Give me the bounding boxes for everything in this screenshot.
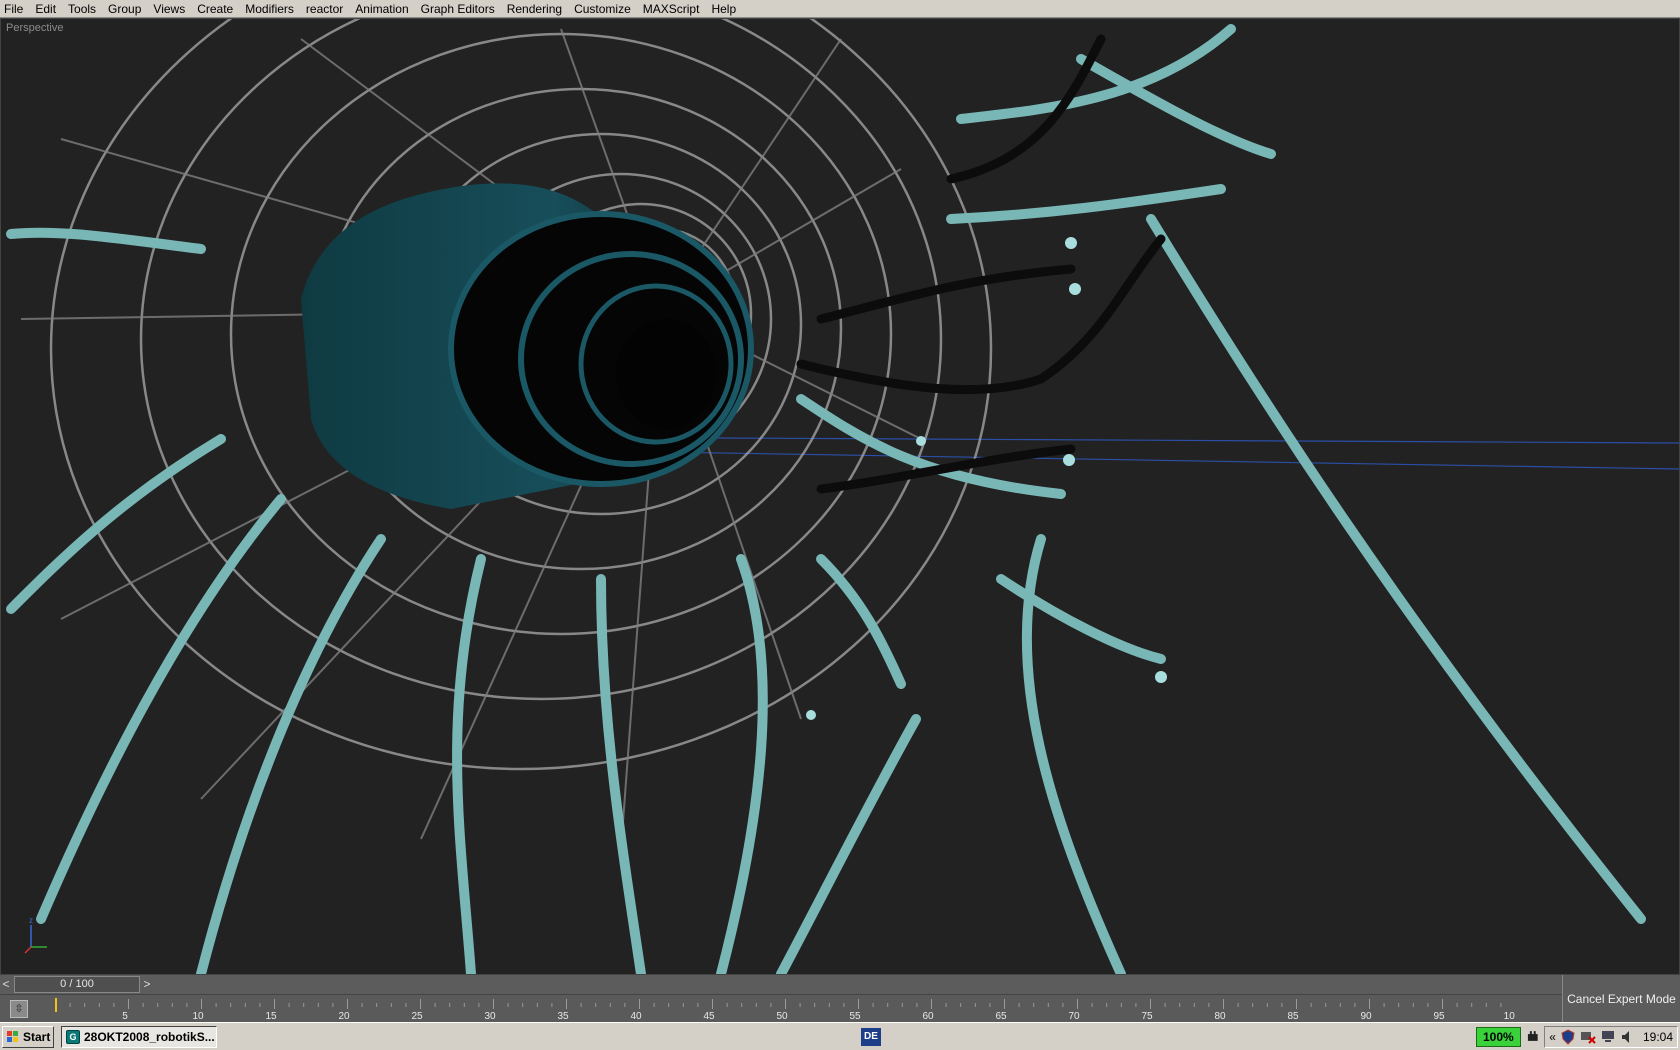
ruler-tick-label: 15 <box>265 1011 277 1022</box>
ruler-tick-label: 55 <box>849 1011 861 1022</box>
start-button[interactable]: Start <box>2 1026 54 1048</box>
menu-graph-editors[interactable]: Graph Editors <box>415 0 501 18</box>
menu-file[interactable]: File <box>0 0 29 18</box>
time-slider-prev-button[interactable]: < <box>0 977 12 992</box>
svg-text:z: z <box>29 916 33 925</box>
ruler-tick-label: 80 <box>1214 1011 1226 1022</box>
ruler-tick-label: 25 <box>411 1011 423 1022</box>
battery-indicator[interactable]: 100% <box>1476 1027 1521 1047</box>
system-tray: 100% « 19:04 <box>1476 1025 1678 1049</box>
ruler-tick-label: 90 <box>1360 1011 1372 1022</box>
3dsmax-app-icon: G <box>66 1030 80 1044</box>
trackbar[interactable]: ⇳ 5 10 15 20 25 30 35 40 45 50 55 60 65 70 75 80 85 90 95 1… <box>0 995 1562 1022</box>
ruler-tick-label: 95 <box>1433 1011 1445 1022</box>
menu-maxscript[interactable]: MAXScript <box>637 0 706 18</box>
ruler-tick-label: 85 <box>1287 1011 1299 1022</box>
time-slider[interactable]: < 0 / 100 > <box>0 975 1562 995</box>
windows-taskbar: Start G 28OKT2008_robotikS... DE 100% « … <box>0 1022 1680 1050</box>
menu-reactor[interactable]: reactor <box>300 0 349 18</box>
menu-animation[interactable]: Animation <box>349 0 414 18</box>
notification-area: « 19:04 <box>1544 1026 1678 1048</box>
axis-gizmo-icon: z <box>24 916 47 954</box>
menu-views[interactable]: Views <box>147 0 191 18</box>
cancel-expert-mode-button[interactable]: Cancel Expert Mode <box>1562 975 1680 1022</box>
start-label: Start <box>23 1030 51 1044</box>
volume-icon[interactable] <box>1620 1029 1636 1045</box>
scene-render[interactable] <box>1 19 1679 974</box>
viewport-label[interactable]: Perspective <box>6 22 63 34</box>
trackbar-toggle-icon[interactable]: ⇳ <box>10 1000 28 1018</box>
menu-group[interactable]: Group <box>102 0 147 18</box>
menu-tools[interactable]: Tools <box>62 0 102 18</box>
current-frame-marker[interactable] <box>55 998 57 1012</box>
ruler-tick-label: 100 <box>1504 1011 1515 1022</box>
frame-ruler[interactable]: 5 10 15 20 25 30 35 40 45 50 55 60 65 70 75 80 85 90 95 100 <box>55 995 1515 1022</box>
menu-edit[interactable]: Edit <box>29 0 62 18</box>
ruler-tick-label: 5 <box>122 1011 128 1022</box>
shield-icon[interactable] <box>1560 1029 1576 1045</box>
menu-create[interactable]: Create <box>191 0 239 18</box>
ruler-tick-label: 20 <box>338 1011 350 1022</box>
power-plug-icon[interactable] <box>1525 1029 1541 1045</box>
time-slider-next-button[interactable]: > <box>141 977 153 992</box>
language-indicator[interactable]: DE <box>861 1028 881 1046</box>
taskbar-window-label: 28OKT2008_robotikS... <box>84 1030 215 1044</box>
cyan-tubes <box>6 24 1646 974</box>
ruler-tick-label: 35 <box>557 1011 569 1022</box>
ruler-tick-label: 60 <box>922 1011 934 1022</box>
menu-customize[interactable]: Customize <box>568 0 637 18</box>
ruler-tick-label: 45 <box>703 1011 715 1022</box>
tray-expand-chevron[interactable]: « <box>1549 1030 1556 1044</box>
menu-modifiers[interactable]: Modifiers <box>239 0 300 18</box>
menu-rendering[interactable]: Rendering <box>501 0 568 18</box>
ruler-tick-label: 40 <box>630 1011 642 1022</box>
ruler-tick-label: 50 <box>776 1011 788 1022</box>
time-bar: < 0 / 100 > ⇳ 5 10 15 20 25 30 35 40 45 50 55 60 65 7… <box>0 975 1680 1022</box>
network-disconnected-icon[interactable] <box>1580 1029 1596 1045</box>
network-computer-icon[interactable] <box>1600 1029 1616 1045</box>
ruler-tick-label: 10 <box>192 1011 204 1022</box>
system-clock[interactable]: 19:04 <box>1643 1030 1673 1044</box>
ruler-tick-label: 30 <box>484 1011 496 1022</box>
time-slider-thumb[interactable]: 0 / 100 <box>14 976 140 993</box>
taskbar-window-button[interactable]: G 28OKT2008_robotikS... <box>61 1026 217 1048</box>
ruler-tick-label: 65 <box>995 1011 1007 1022</box>
menu-help[interactable]: Help <box>705 0 742 18</box>
ruler-tick-label: 75 <box>1141 1011 1153 1022</box>
ruler-tick-label: 70 <box>1068 1011 1080 1022</box>
menu-bar: File Edit Tools Group Views Create Modifiers re… <box>0 0 1680 18</box>
perspective-viewport[interactable]: Perspective z <box>0 18 1680 975</box>
windows-flag-icon <box>7 1031 18 1042</box>
